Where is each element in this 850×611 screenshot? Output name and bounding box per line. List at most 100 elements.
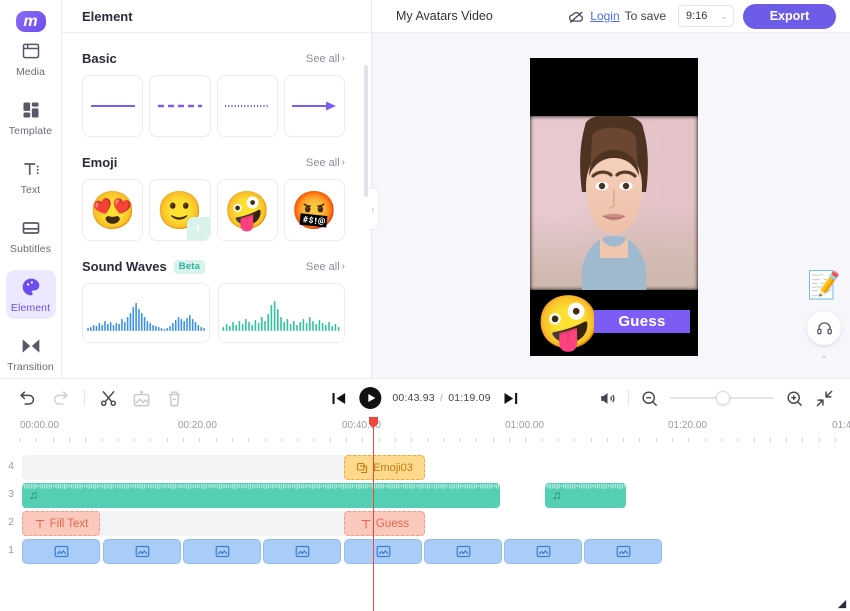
zoom-out-icon[interactable] <box>640 389 659 408</box>
sidebar-label-text: Text <box>21 184 41 196</box>
video-clip-8[interactable] <box>584 539 662 564</box>
emoji-clip[interactable]: Emoji03 <box>344 455 425 480</box>
audio-clip-1[interactable]: ♫ <box>22 483 500 508</box>
audio-clip-2[interactable]: ♫ <box>545 483 626 508</box>
chevron-down-icon[interactable]: ⌄ <box>820 350 828 361</box>
video-clip-1[interactable] <box>22 539 100 564</box>
save-status-group: Login To save <box>568 8 666 25</box>
time-display: 00:43.93 / 01:19.09 <box>392 392 490 404</box>
see-all-basic[interactable]: See all › <box>306 53 345 65</box>
track-row: 1 <box>0 538 850 565</box>
sidebar-item-media[interactable]: Media <box>6 34 56 83</box>
track-number: 3 <box>5 488 17 500</box>
aspect-ratio-value: 9:16 <box>686 10 707 22</box>
preview-stage: 🤪 Guess 📝 ⌄ <box>372 33 850 378</box>
notes-icon: 📝 <box>807 269 841 301</box>
see-all-emoji[interactable]: See all › <box>306 157 345 169</box>
element-panel: Element Basic See all › <box>62 0 372 378</box>
playhead[interactable] <box>373 417 374 611</box>
element-icon <box>21 277 41 297</box>
element-dashed-line[interactable] <box>149 75 210 137</box>
track-row: 3♫♫ <box>0 482 850 509</box>
ruler-label: 01:4 <box>832 420 850 431</box>
overlay-text[interactable]: Guess <box>594 310 690 333</box>
skip-next-icon[interactable] <box>502 389 521 408</box>
fit-screen-icon[interactable] <box>815 389 834 408</box>
dashed-line-icon <box>156 101 204 111</box>
video-clip-6[interactable] <box>424 539 502 564</box>
element-sound-wave-green[interactable] <box>218 283 346 343</box>
trash-icon[interactable] <box>165 389 184 408</box>
track-lane[interactable]: ♫♫ <box>22 482 850 509</box>
element-emoji-zany-wink[interactable]: 🤪 <box>217 179 278 241</box>
element-emoji-heart-eyes[interactable]: 😍 <box>82 179 143 241</box>
timeline-tracks: 4Emoji033♫♫2Fill TextGuess1 <box>0 445 850 611</box>
track-lane[interactable]: Emoji03 <box>22 454 850 481</box>
audio-waveform <box>22 483 500 508</box>
undo-icon[interactable] <box>18 389 37 408</box>
panel-scrollbar[interactable] <box>364 65 368 197</box>
track-number: 1 <box>5 544 17 556</box>
sidebar-label-template: Template <box>9 125 52 137</box>
text-clip-guess[interactable]: Guess <box>344 511 425 536</box>
element-dotted-line[interactable] <box>217 75 278 137</box>
volume-icon[interactable] <box>598 389 617 408</box>
add-element-button[interactable]: + <box>187 217 210 240</box>
image-icon <box>456 545 471 558</box>
video-clip-5[interactable] <box>344 539 422 564</box>
text-clip-fill-text[interactable]: Fill Text <box>22 511 100 536</box>
video-clip-4[interactable] <box>263 539 341 564</box>
help-button[interactable] <box>807 311 841 345</box>
see-all-label: See all <box>306 261 340 273</box>
section-header-basic: Basic See all › <box>82 51 353 66</box>
project-title[interactable]: My Avatars Video <box>396 9 493 23</box>
notes-button[interactable]: 📝 <box>807 268 841 302</box>
element-arrow-line[interactable] <box>284 75 345 137</box>
export-button[interactable]: Export <box>743 4 836 29</box>
timeline: 00:43.93 / 01:19.09 <box>0 378 850 611</box>
element-emoji-exploding-head[interactable]: 🤬 <box>284 179 345 241</box>
aspect-ratio-select[interactable]: 9:16 ⌄ <box>678 5 734 27</box>
skip-previous-icon[interactable] <box>329 389 348 408</box>
element-sound-wave-blue[interactable] <box>82 283 210 343</box>
video-clip-3[interactable] <box>183 539 261 564</box>
login-link[interactable]: Login <box>590 9 619 23</box>
preview-canvas[interactable]: 🤪 Guess <box>530 58 698 356</box>
basic-grid <box>82 75 353 137</box>
redo-icon[interactable] <box>51 389 70 408</box>
playback-controls: 00:43.93 / 01:19.09 <box>329 387 520 409</box>
see-all-sound-waves[interactable]: See all › <box>306 261 345 273</box>
app-logo[interactable]: m <box>16 11 46 32</box>
sidebar-item-subtitles[interactable]: Subtitles <box>6 211 56 260</box>
track-lane[interactable] <box>22 538 850 565</box>
zoom-slider[interactable] <box>670 397 774 399</box>
timeline-ruler[interactable]: 00:00.0000:20.0000:40.0001:00.0001:20.00… <box>0 417 850 445</box>
overlay-emoji[interactable]: 🤪 <box>536 296 590 350</box>
sidebar-item-transition[interactable]: Transition <box>6 329 56 378</box>
crop-image-icon[interactable] <box>132 389 151 408</box>
emoji-grid: 😍 🙂 + 🤪 🤬 <box>82 179 353 241</box>
sidebar-item-text[interactable]: Text <box>6 152 56 201</box>
sound-wave-blue-icon <box>86 293 206 333</box>
video-clip-7[interactable] <box>504 539 582 564</box>
image-icon <box>54 545 69 558</box>
scissors-icon[interactable] <box>99 389 118 408</box>
element-solid-line[interactable] <box>82 75 143 137</box>
track-lane[interactable]: Fill Text Guess <box>22 510 850 537</box>
chevron-down-icon: ⌄ <box>720 11 728 22</box>
sidebar-item-element[interactable]: Element <box>6 270 56 319</box>
element-emoji-smile[interactable]: 🙂 + <box>149 179 210 241</box>
emoji-exploding-head-icon: 🤬 <box>291 192 337 229</box>
resize-corner-icon[interactable] <box>837 599 847 609</box>
video-clip-2[interactable] <box>103 539 181 564</box>
app-logo-label: m <box>23 13 37 31</box>
track-number: 4 <box>5 460 17 472</box>
panel-title: Element <box>82 9 133 24</box>
panel-collapse-handle[interactable]: ‹ <box>368 188 379 230</box>
play-button[interactable] <box>359 387 381 409</box>
zoom-in-icon[interactable] <box>785 389 804 408</box>
sidebar-item-template[interactable]: Template <box>6 93 56 142</box>
zoom-slider-handle[interactable] <box>716 391 730 405</box>
sidebar-label-media: Media <box>16 66 45 78</box>
time-separator: / <box>440 392 443 404</box>
